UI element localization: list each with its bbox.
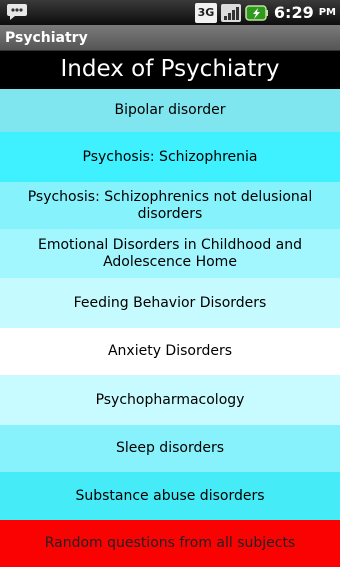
status-bar: 3G 6:29 PM xyxy=(0,0,340,25)
signal-icon xyxy=(220,3,241,22)
menu-item-feeding-behavior-disorders[interactable]: Feeding Behavior Disorders xyxy=(0,278,340,328)
menu-item-psychopharmacology[interactable]: Psychopharmacology xyxy=(0,375,340,425)
network-3g-icon: 3G xyxy=(194,2,217,23)
clock: 6:29 xyxy=(273,3,314,22)
clock-ampm: PM xyxy=(318,7,336,18)
status-right: 3G 6:29 PM xyxy=(194,0,336,25)
battery-charging-icon xyxy=(245,4,268,21)
app-title-bar: Psychiatry xyxy=(0,25,340,51)
menu-item-sleep-disorders[interactable]: Sleep disorders xyxy=(0,425,340,472)
network-type-label: 3G xyxy=(197,5,215,19)
menu-item-anxiety-disorders[interactable]: Anxiety Disorders xyxy=(0,328,340,375)
menu-item-bipolar-disorder[interactable]: Bipolar disorder xyxy=(0,89,340,132)
menu-list: Bipolar disorder Psychosis: Schizophreni… xyxy=(0,89,340,567)
menu-item-emotional-disorders-childhood[interactable]: Emotional Disorders in Childhood and Ado… xyxy=(0,229,340,278)
app-title: Psychiatry xyxy=(5,30,88,46)
index-title: Index of Psychiatry xyxy=(60,56,280,82)
menu-item-substance-abuse-disorders[interactable]: Substance abuse disorders xyxy=(0,472,340,520)
index-header: Index of Psychiatry xyxy=(0,51,340,89)
menu-item-random-questions[interactable]: Random questions from all subjects xyxy=(0,520,340,567)
menu-item-psychosis-schizophrenia[interactable]: Psychosis: Schizophrenia xyxy=(0,132,340,182)
menu-item-psychosis-not-delusional[interactable]: Psychosis: Schizophrenics not delusional… xyxy=(0,182,340,229)
screen: 3G 6:29 PM Psychiatry Index of Psychiatr… xyxy=(0,0,340,567)
notification-icon[interactable] xyxy=(6,3,28,21)
